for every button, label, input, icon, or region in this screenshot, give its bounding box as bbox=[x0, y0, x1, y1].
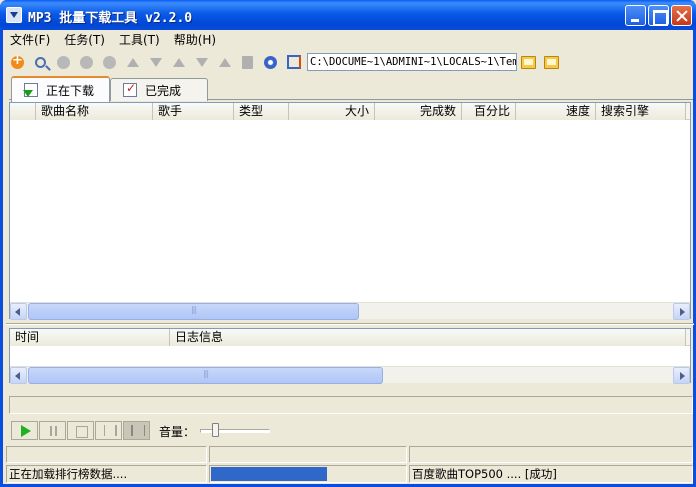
previous-track-button[interactable] bbox=[123, 421, 150, 440]
scroll-right-arrow-icon[interactable] bbox=[673, 303, 690, 320]
add-icon bbox=[11, 53, 24, 69]
save-folder-icon bbox=[521, 55, 536, 69]
clear-button[interactable] bbox=[236, 52, 259, 72]
menu-tools[interactable]: 工具(T) bbox=[112, 30, 167, 50]
column-blank[interactable] bbox=[10, 103, 36, 120]
splitter[interactable] bbox=[6, 323, 694, 325]
log-list-header: 时间 日志信息 bbox=[10, 329, 690, 346]
toolbar: C:\DOCUME~1\ADMINI~1\LOCALS~1\Temp bbox=[3, 51, 693, 73]
menu-task[interactable]: 任务(T) bbox=[57, 30, 112, 50]
checkmark-icon bbox=[123, 81, 137, 97]
start-icon bbox=[57, 55, 70, 69]
column-artist[interactable]: 歌手 bbox=[153, 103, 234, 120]
column-log-message[interactable]: 日志信息 bbox=[170, 329, 686, 346]
info-bar bbox=[9, 396, 693, 414]
arrow-up-icon bbox=[126, 57, 139, 67]
column-completed-count[interactable]: 完成数 bbox=[375, 103, 462, 120]
log-scroll-right-arrow-icon[interactable] bbox=[673, 367, 690, 384]
browse-folder-button[interactable] bbox=[517, 52, 540, 72]
scroll-left-arrow-icon[interactable] bbox=[10, 303, 27, 320]
download-icon bbox=[23, 83, 38, 97]
play-button[interactable] bbox=[11, 421, 38, 440]
status-upper-right bbox=[409, 446, 693, 463]
delete-icon bbox=[103, 55, 116, 69]
download-list-header: 歌曲名称 歌手 类型 大小 完成数 百分比 速度 搜索引擎 bbox=[10, 103, 690, 120]
move-bottom-button[interactable] bbox=[190, 52, 213, 72]
tab-completed-label: 已完成 bbox=[145, 83, 182, 98]
scrollbar-thumb[interactable] bbox=[28, 303, 359, 320]
tab-bar: 正在下载 已完成 bbox=[9, 76, 693, 102]
log-scrollbar-thumb[interactable] bbox=[28, 367, 383, 384]
settings-button[interactable] bbox=[259, 52, 282, 72]
stop-button[interactable] bbox=[67, 421, 94, 440]
status-upper-middle bbox=[209, 446, 407, 463]
log-scroll-left-arrow-icon[interactable] bbox=[10, 367, 27, 384]
pause-button[interactable] bbox=[75, 52, 98, 72]
menu-help[interactable]: 帮助(H) bbox=[167, 30, 223, 50]
exit-icon bbox=[286, 55, 301, 69]
menu-bar: 文件(F) 任务(T) 工具(T) 帮助(H) bbox=[3, 30, 693, 50]
pause-icon bbox=[80, 55, 93, 69]
close-button[interactable] bbox=[671, 5, 692, 26]
pause-play-button[interactable] bbox=[39, 421, 66, 440]
arrow-down-icon bbox=[149, 57, 162, 67]
arrow-top-icon bbox=[172, 57, 185, 67]
status-upper-left bbox=[6, 446, 207, 463]
app-download-icon[interactable] bbox=[6, 7, 22, 23]
add-task-button[interactable] bbox=[6, 52, 29, 72]
document-icon bbox=[242, 55, 253, 69]
column-speed[interactable]: 速度 bbox=[516, 103, 596, 120]
maximize-button[interactable] bbox=[648, 5, 669, 26]
log-list-hscrollbar[interactable] bbox=[10, 366, 690, 384]
next-track-button[interactable] bbox=[95, 421, 122, 440]
minimize-button[interactable] bbox=[625, 5, 646, 26]
column-search-engine[interactable]: 搜索引擎 bbox=[596, 103, 686, 120]
column-size[interactable]: 大小 bbox=[289, 103, 375, 120]
tab-downloading-label: 正在下载 bbox=[46, 83, 95, 98]
start-button[interactable] bbox=[52, 52, 75, 72]
menu-file[interactable]: 文件(F) bbox=[3, 30, 57, 50]
window-title: MP3 批量下载工具 v2.2.0 bbox=[28, 11, 193, 26]
tab-downloading[interactable]: 正在下载 bbox=[11, 76, 110, 102]
open-folder-button[interactable] bbox=[540, 52, 563, 72]
sort-icon bbox=[218, 57, 231, 67]
open-folder-icon bbox=[544, 55, 559, 69]
column-type[interactable]: 类型 bbox=[234, 103, 289, 120]
volume-slider[interactable] bbox=[200, 429, 270, 433]
search-button[interactable] bbox=[29, 52, 52, 72]
move-down-button[interactable] bbox=[144, 52, 167, 72]
move-top-button[interactable] bbox=[167, 52, 190, 72]
search-icon bbox=[35, 56, 46, 68]
log-list[interactable]: 时间 日志信息 bbox=[9, 328, 691, 384]
status-progress-bar bbox=[211, 467, 327, 481]
download-list-hscrollbar[interactable] bbox=[10, 302, 690, 320]
volume-slider-thumb[interactable] bbox=[212, 423, 219, 437]
status-text-right: 百度歌曲TOP500 .... [成功] bbox=[409, 465, 693, 483]
app-window: MP3 批量下载工具 v2.2.0 文件(F) 任务(T) 工具(T) 帮助(H… bbox=[0, 0, 696, 487]
column-song-name[interactable]: 歌曲名称 bbox=[36, 103, 153, 120]
gear-icon bbox=[264, 55, 277, 69]
column-percent[interactable]: 百分比 bbox=[462, 103, 516, 120]
exit-button[interactable] bbox=[282, 52, 305, 72]
tab-completed[interactable]: 已完成 bbox=[110, 78, 208, 101]
delete-button[interactable] bbox=[98, 52, 121, 72]
move-up-button[interactable] bbox=[121, 52, 144, 72]
volume-label: 音量： bbox=[159, 425, 196, 439]
arrow-bottom-icon bbox=[195, 57, 208, 67]
save-path-input[interactable]: C:\DOCUME~1\ADMINI~1\LOCALS~1\Temp bbox=[307, 53, 517, 71]
sort-button[interactable] bbox=[213, 52, 236, 72]
column-time[interactable]: 时间 bbox=[10, 329, 170, 346]
title-bar[interactable]: MP3 批量下载工具 v2.2.0 bbox=[0, 0, 696, 30]
download-list[interactable]: 歌曲名称 歌手 类型 大小 完成数 百分比 速度 搜索引擎 bbox=[9, 102, 691, 320]
status-text-left: 正在加载排行榜数据.... bbox=[6, 465, 207, 483]
